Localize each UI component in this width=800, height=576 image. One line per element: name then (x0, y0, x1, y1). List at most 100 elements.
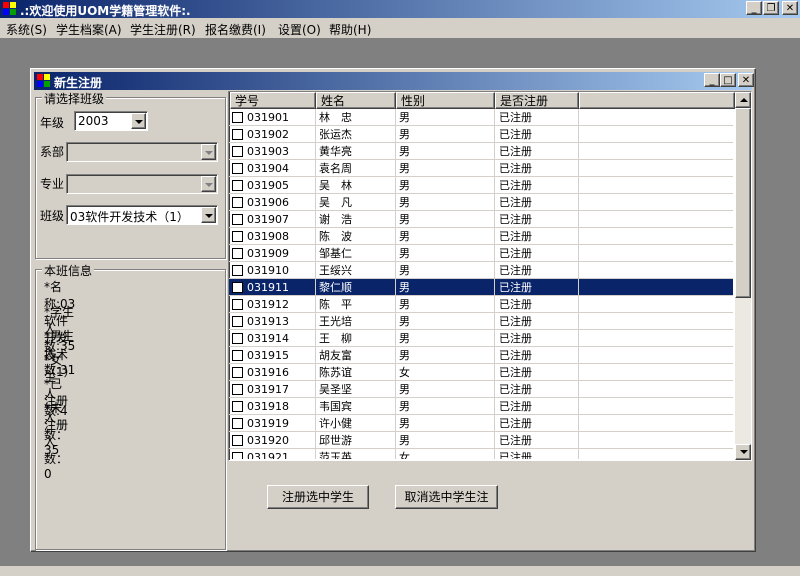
table-row[interactable]: 031907 谢 浩 男 已注册 (229, 211, 733, 228)
grid-line (578, 160, 579, 177)
table-row[interactable]: 031915 胡友富 男 已注册 (229, 347, 733, 364)
dept-dropdown-button[interactable] (201, 144, 216, 160)
table-row[interactable]: 031916 陈苏谊 女 已注册 (229, 364, 733, 381)
row-checkbox[interactable] (232, 299, 243, 310)
table-row[interactable]: 031908 陈 波 男 已注册 (229, 228, 733, 245)
close-button[interactable]: ✕ (782, 1, 798, 15)
row-checkbox[interactable] (232, 180, 243, 191)
class-label: 班级 (40, 209, 65, 223)
grade-dropdown-button[interactable] (131, 113, 146, 129)
row-checkbox[interactable] (232, 197, 243, 208)
row-checkbox[interactable] (232, 418, 243, 429)
cancel-selected-button[interactable]: 取消选中学生注 (395, 485, 498, 509)
grid-line (395, 313, 396, 330)
table-row[interactable]: 031903 黄华亮 男 已注册 (229, 143, 733, 160)
menu-student-archive[interactable]: 学生档案(A) (56, 21, 122, 38)
row-checkbox[interactable] (232, 163, 243, 174)
table-row[interactable]: 031909 邹基仁 男 已注册 (229, 245, 733, 262)
child-minimize-button[interactable]: _ (704, 73, 720, 87)
table-row[interactable]: 031912 陈 平 男 已注册 (229, 296, 733, 313)
child-maximize-button[interactable]: □ (720, 73, 736, 87)
major-combo[interactable] (66, 174, 218, 194)
cell-status: 已注册 (499, 145, 532, 158)
row-checkbox[interactable] (232, 265, 243, 276)
column-header-status[interactable]: 是否注册 (495, 92, 579, 109)
row-checkbox[interactable] (232, 316, 243, 327)
scroll-up-button[interactable] (735, 92, 751, 108)
class-dropdown-button[interactable] (201, 207, 216, 223)
table-row[interactable]: 031901 林 忠 男 已注册 (229, 109, 733, 126)
minimize-button[interactable]: _ (746, 1, 762, 15)
row-checkbox[interactable] (232, 129, 243, 140)
cell-name: 袁名周 (319, 162, 352, 175)
restore-button[interactable]: ❐ (763, 1, 779, 15)
grid-line (315, 160, 316, 177)
menu-enroll-fee[interactable]: 报名缴费(I) (205, 21, 266, 38)
row-checkbox[interactable] (232, 367, 243, 378)
table-row[interactable]: 031905 吴 林 男 已注册 (229, 177, 733, 194)
grid-line (315, 313, 316, 330)
register-selected-button[interactable]: 注册选中学生 (267, 485, 369, 509)
major-dropdown-button[interactable] (201, 176, 216, 192)
table-row[interactable]: 031920 邱世游 男 已注册 (229, 432, 733, 449)
cell-sex: 男 (399, 230, 410, 243)
cell-sex: 男 (399, 281, 410, 294)
row-checkbox[interactable] (232, 350, 243, 361)
row-checkbox[interactable] (232, 248, 243, 259)
grid-line (578, 381, 579, 398)
menu-student-register[interactable]: 学生注册(R) (130, 21, 196, 38)
column-header-name[interactable]: 姓名 (316, 92, 396, 109)
grade-combo[interactable]: 2003 (74, 111, 148, 131)
row-checkbox[interactable] (232, 112, 243, 123)
grid-line (494, 245, 495, 262)
menu-settings[interactable]: 设置(O) (278, 21, 321, 38)
cell-id: 031909 (247, 247, 289, 260)
class-combo[interactable]: 03软件开发技术（1） (66, 205, 218, 225)
cell-id: 031903 (247, 145, 289, 158)
column-header-id[interactable]: 学号 (230, 92, 316, 109)
table-row[interactable]: 031911 黎仁顺 男 已注册 (229, 279, 733, 296)
table-row[interactable]: 031914 王 柳 男 已注册 (229, 330, 733, 347)
table-row[interactable]: 031906 吴 凡 男 已注册 (229, 194, 733, 211)
app-title: .:欢迎使用UOM学籍管理软件:. (20, 4, 191, 18)
menu-system[interactable]: 系统(S) (6, 21, 47, 38)
row-checkbox[interactable] (232, 231, 243, 242)
main-title-bar[interactable]: .:欢迎使用UOM学籍管理软件:. _ ❐ ✕ (0, 0, 800, 18)
table-row[interactable]: 031917 吴圣坚 男 已注册 (229, 381, 733, 398)
row-checkbox[interactable] (232, 146, 243, 157)
grid-line (494, 415, 495, 432)
table-row[interactable]: 031902 张运杰 男 已注册 (229, 126, 733, 143)
grid-line (494, 194, 495, 211)
child-title-bar[interactable]: 新生注册 _ □ ✕ (34, 72, 754, 90)
child-title: 新生注册 (54, 76, 103, 90)
table-row[interactable]: 031913 王光培 男 已注册 (229, 313, 733, 330)
cell-id: 031911 (247, 281, 289, 294)
cell-status: 已注册 (499, 451, 532, 459)
row-checkbox[interactable] (232, 435, 243, 446)
cell-id: 031910 (247, 264, 289, 277)
row-checkbox[interactable] (232, 333, 243, 344)
child-close-button[interactable]: ✕ (738, 73, 754, 87)
scroll-down-button[interactable] (735, 444, 751, 460)
cell-status: 已注册 (499, 349, 532, 362)
row-checkbox[interactable] (232, 401, 243, 412)
grid-line (494, 398, 495, 415)
grid-line (315, 398, 316, 415)
dept-combo[interactable] (66, 142, 218, 162)
table-row[interactable]: 031910 王绥兴 男 已注册 (229, 262, 733, 279)
row-checkbox[interactable] (232, 384, 243, 395)
table-row[interactable]: 031921 范玉英 女 已注册 (229, 449, 733, 459)
column-header-sex[interactable]: 性别 (396, 92, 495, 109)
cell-id: 031912 (247, 298, 289, 311)
table-row[interactable]: 031919 许小健 男 已注册 (229, 415, 733, 432)
student-grid[interactable]: 学号 姓名 性别 是否注册 031901 林 忠男已注册 031902 张运杰男已注册… (228, 91, 752, 461)
cell-sex: 男 (399, 417, 410, 430)
menu-help[interactable]: 帮助(H) (329, 21, 371, 38)
row-checkbox[interactable] (232, 214, 243, 225)
vertical-scrollbar[interactable] (735, 92, 751, 460)
scroll-thumb[interactable] (735, 108, 751, 298)
table-row[interactable]: 031904 袁名周 男 已注册 (229, 160, 733, 177)
table-row[interactable]: 031918 韦国宾 男 已注册 (229, 398, 733, 415)
row-checkbox[interactable] (232, 452, 243, 459)
row-checkbox[interactable] (232, 282, 243, 293)
